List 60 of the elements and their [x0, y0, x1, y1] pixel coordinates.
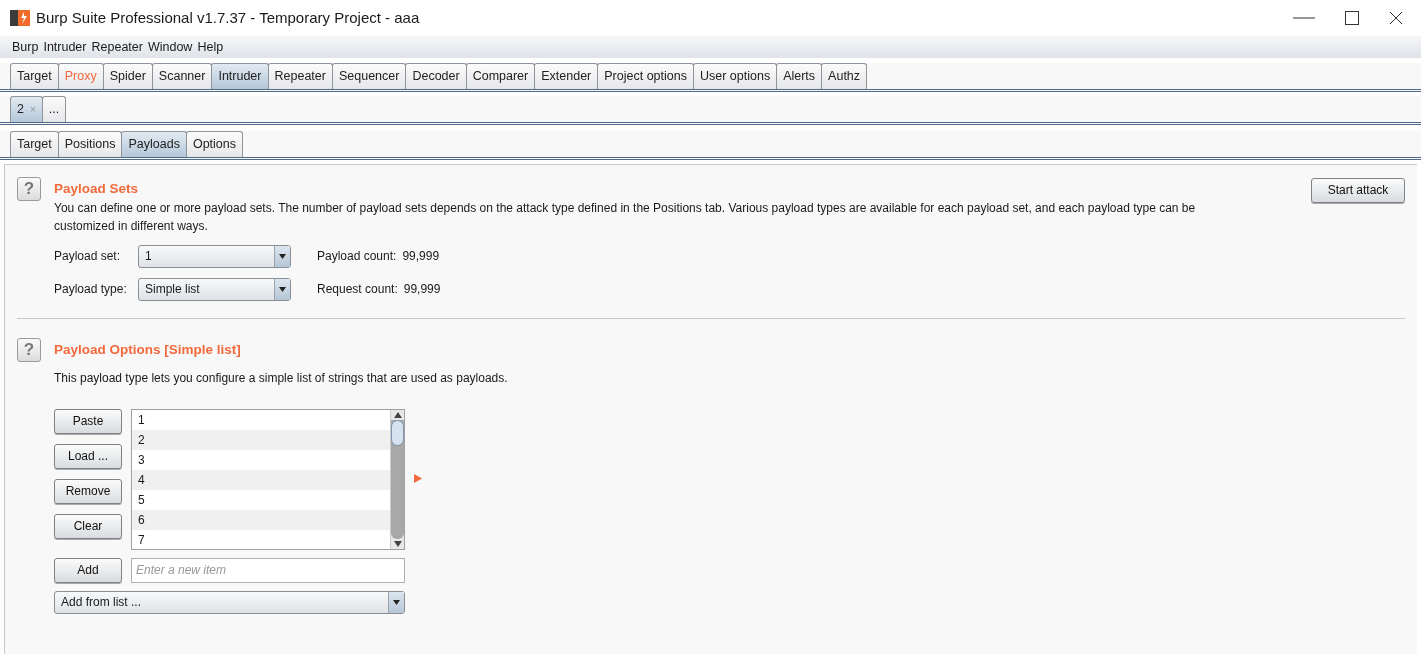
tab[interactable]: Extender: [534, 63, 599, 89]
tab[interactable]: 2 ×: [10, 96, 43, 122]
tab[interactable]: Repeater: [267, 63, 333, 89]
count-value: 99,999: [402, 248, 440, 265]
section-description: You can define one or more payload sets. The number of payload sets depends on the attack type defined in the Positions tab. Various payload types are available for each payload set, and each payload type can be customized in different ways.: [54, 199, 1197, 235]
add-from-list-dropdown[interactable]: Add from list ...: [54, 590, 405, 614]
dropdown[interactable]: Simple list: [138, 277, 291, 301]
new-item-field[interactable]: Enter a new item: [131, 557, 405, 583]
section-title: Payload Options [Simple list]: [54, 340, 242, 359]
tab[interactable]: Payloads: [121, 131, 187, 157]
tab[interactable]: Target: [10, 63, 59, 89]
app-logo-icon: [10, 9, 30, 27]
help-button[interactable]: ?: [17, 337, 41, 362]
window-title: Burp Suite Professional v1.7.37 - Temporary Project - aaa: [36, 7, 420, 28]
caret-icon: [279, 253, 286, 259]
tab[interactable]: Sequencer: [331, 63, 407, 89]
section-title: Payload Sets: [54, 180, 139, 198]
tab[interactable]: Spider: [102, 63, 153, 89]
scrollbar-thumb[interactable]: [391, 419, 404, 446]
menu-item[interactable]: Intruder: [43, 37, 87, 57]
section-description: This payload type lets you configure a simple list of strings that are used as payloads.: [54, 369, 509, 387]
tab[interactable]: Comparer: [465, 63, 536, 89]
count-label: Payload count:: [317, 248, 397, 265]
tab[interactable]: Scanner: [151, 63, 213, 89]
menu-item[interactable]: Window: [147, 37, 193, 57]
tab[interactable]: Alerts: [776, 63, 823, 89]
count-label: Request count:: [317, 281, 398, 298]
field-label: Payload set:: [54, 248, 122, 265]
count-value: 99,999: [403, 281, 441, 298]
dropdown[interactable]: 1: [138, 244, 291, 268]
list-item[interactable]: 4: [132, 469, 390, 490]
tab[interactable]: ...: [41, 96, 67, 122]
tab[interactable]: Authz: [821, 63, 868, 89]
list-action-button[interactable]: Remove: [54, 478, 122, 504]
menu-item[interactable]: Help: [197, 37, 224, 57]
scroll-down-icon[interactable]: [393, 538, 402, 549]
start-attack-button[interactable]: Start attack: [1311, 177, 1405, 203]
close-icon[interactable]: [1389, 11, 1403, 25]
tab[interactable]: Intruder: [211, 63, 269, 89]
menu-item[interactable]: Burp: [12, 37, 39, 57]
help-button[interactable]: ?: [17, 177, 41, 201]
add-button[interactable]: Add: [54, 557, 122, 583]
list-item[interactable]: 6: [132, 509, 390, 530]
tab[interactable]: Options: [185, 131, 243, 157]
caret-icon: [393, 599, 400, 605]
caret-icon: [279, 286, 286, 292]
list-action-button[interactable]: Load ...: [54, 443, 122, 469]
list-action-button[interactable]: Paste: [54, 408, 122, 434]
tab[interactable]: Project options: [597, 63, 694, 89]
scrollbar[interactable]: [390, 409, 404, 549]
maximize-icon[interactable]: [1345, 11, 1359, 25]
tab[interactable]: Decoder: [405, 63, 467, 89]
list-action-button[interactable]: Clear: [54, 513, 122, 539]
menu-item[interactable]: Repeater: [91, 37, 143, 57]
tab[interactable]: User options: [692, 63, 778, 89]
tab[interactable]: Target: [10, 131, 59, 157]
expand-arrow-icon[interactable]: [414, 473, 422, 483]
tab[interactable]: Positions: [57, 131, 123, 157]
list-item[interactable]: 2: [132, 429, 390, 450]
field-label: Payload type:: [54, 281, 128, 298]
